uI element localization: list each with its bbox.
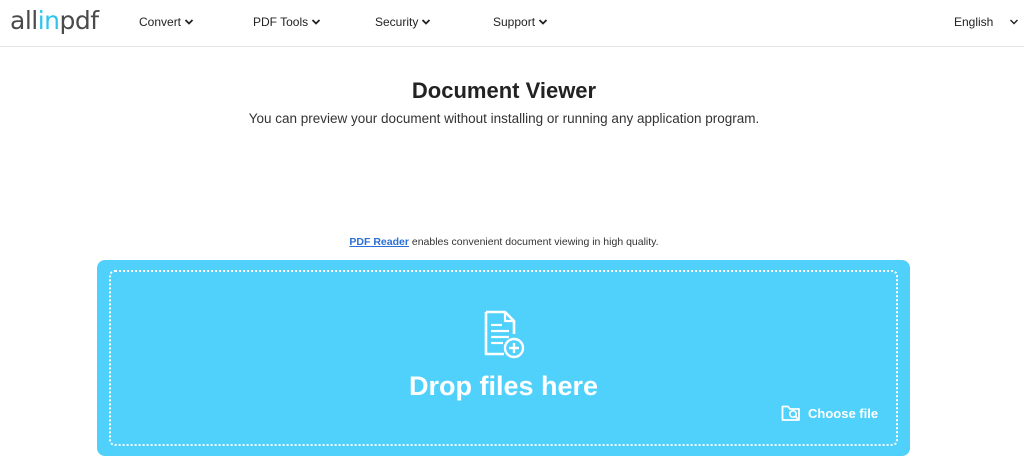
- chevron-down-icon: [538, 19, 548, 25]
- chevron-down-icon: [312, 19, 321, 25]
- nav-convert-menu[interactable]: Convert: [139, 15, 194, 29]
- chevron-down-icon: [184, 19, 194, 25]
- folder-search-icon: [781, 405, 800, 421]
- choose-file-label: Choose file: [808, 405, 879, 421]
- page-title: Document Viewer: [411, 78, 597, 103]
- chevron-down-icon: [1010, 19, 1019, 25]
- logo-text-in: in: [37, 6, 60, 35]
- nav-pdf-tools-label: PDF Tools: [253, 15, 309, 29]
- nav-security-menu[interactable]: Security: [375, 15, 431, 29]
- language-selector[interactable]: English: [954, 15, 1019, 29]
- choose-file-button[interactable]: Choose file: [781, 404, 878, 422]
- logo-text-pdf: pdf: [59, 6, 100, 35]
- pdf-reader-note-text: enables convenient document viewing in h…: [408, 236, 659, 248]
- nav-support-menu[interactable]: Support: [493, 15, 548, 29]
- logo-text-all: all: [10, 6, 38, 35]
- file-add-icon: [484, 310, 525, 359]
- nav-convert-label: Convert: [139, 15, 182, 29]
- pdf-reader-link[interactable]: PDF Reader: [349, 236, 409, 248]
- allinpdf-logo[interactable]: allinpdf: [10, 6, 99, 36]
- file-drop-zone[interactable]: Drop files here Choose file: [97, 260, 910, 456]
- chevron-down-icon: [422, 19, 431, 25]
- page-subtitle: You can preview your document without in…: [248, 111, 760, 126]
- nav-security-label: Security: [375, 15, 419, 29]
- nav-support-label: Support: [493, 15, 536, 29]
- top-navigation-bar: allinpdf Convert PDF Tools Security Supp…: [0, 0, 1024, 47]
- drop-files-label: Drop files here: [408, 371, 599, 401]
- nav-pdf-tools-menu[interactable]: PDF Tools: [253, 15, 321, 29]
- pdf-reader-note: PDF Reader enables convenient document v…: [0, 236, 1008, 248]
- language-label: English: [954, 15, 994, 29]
